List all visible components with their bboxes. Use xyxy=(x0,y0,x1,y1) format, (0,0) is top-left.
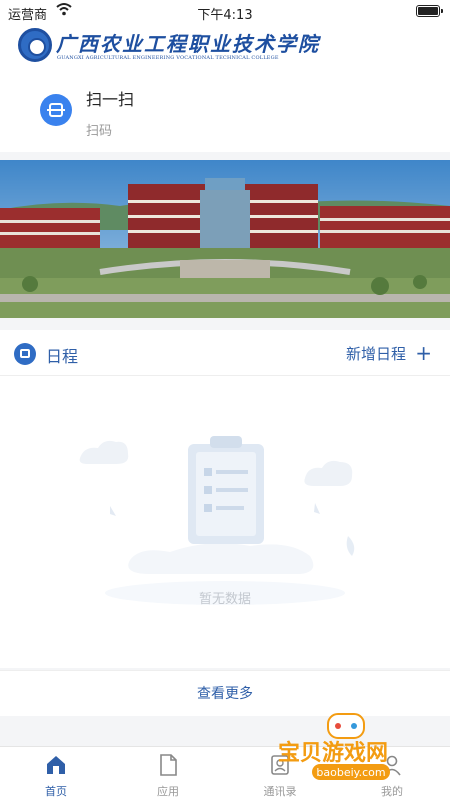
watermark-logo: 宝贝游戏网 baobeiy.com xyxy=(278,713,390,780)
watermark-title: 宝贝游戏网 xyxy=(278,740,388,766)
schedule-header: 日程 新增日程 + xyxy=(0,330,450,376)
app-header: 广西农业工程职业技术学院 GUANGXI AGRICULTURAL ENGINE… xyxy=(0,24,450,70)
school-name-en: GUANGXI AGRICULTURAL ENGINEERING VOCATIO… xyxy=(57,55,279,61)
home-icon xyxy=(47,756,65,774)
plus-icon[interactable]: + xyxy=(415,343,432,363)
campus-banner-image[interactable] xyxy=(0,160,450,318)
tab-label: 首页 xyxy=(45,785,67,798)
empty-clipboard-illustration xyxy=(79,436,355,605)
school-name: 广西农业工程职业技术学院 xyxy=(56,32,320,56)
tab-home[interactable]: 首页 xyxy=(0,747,112,800)
clock: 下午4:13 xyxy=(197,8,253,23)
school-emblem-icon xyxy=(18,28,52,62)
tab-label: 应用 xyxy=(157,785,179,798)
document-icon xyxy=(160,754,177,776)
schedule-empty-state: 暂无数据 xyxy=(0,376,450,668)
schedule-title: 日程 xyxy=(46,347,79,366)
empty-text: 暂无数据 xyxy=(198,592,251,607)
scan-title: 扫一扫 xyxy=(86,90,135,109)
scan-subtitle: 扫码 xyxy=(86,124,113,139)
scan-entry[interactable]: 扫一扫 扫码 xyxy=(0,70,450,152)
add-schedule-button[interactable]: 新增日程 xyxy=(346,343,406,364)
tab-apps[interactable]: 应用 xyxy=(112,747,224,800)
watermark-url: baobeiy.com xyxy=(316,766,385,779)
battery-icon xyxy=(416,5,443,17)
scan-icon xyxy=(40,94,72,126)
status-bar: 运营商 下午4:13 xyxy=(0,0,450,24)
calendar-icon xyxy=(14,343,36,365)
